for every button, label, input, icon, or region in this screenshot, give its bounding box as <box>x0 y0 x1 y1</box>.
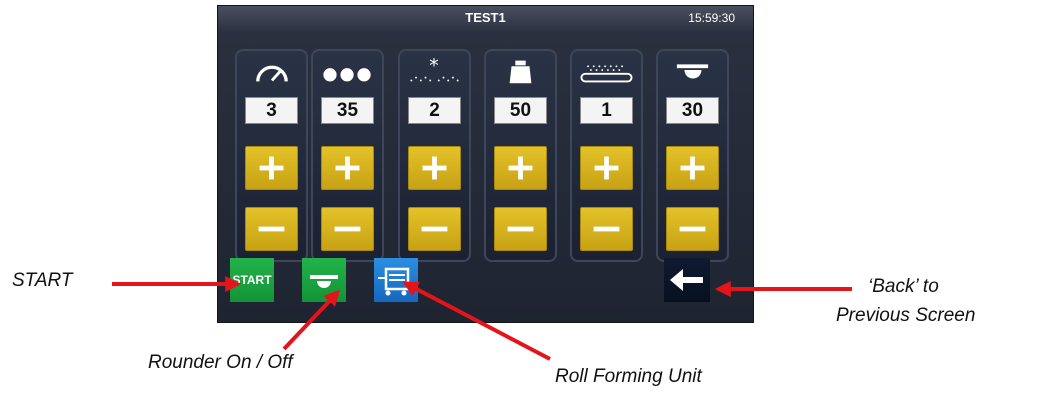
flour-minus-button[interactable] <box>408 207 461 251</box>
rounder-icon <box>310 275 338 288</box>
conveyor-minus-button[interactable] <box>580 207 633 251</box>
pieces-minus-button[interactable] <box>321 207 374 251</box>
plus-icon <box>259 156 284 180</box>
rounder-toggle-button[interactable] <box>302 258 346 302</box>
plus-icon <box>422 156 447 180</box>
rounder-annotation: Rounder On / Off <box>148 352 293 373</box>
back-annotation-line1: ‘Back’ to <box>868 276 939 297</box>
rounder-control: 30 <box>656 49 729 262</box>
pieces-control: 35 <box>311 49 384 262</box>
minus-icon <box>593 226 620 232</box>
svg-text:*: * <box>429 57 438 77</box>
conveyor-belt-icon <box>580 65 633 83</box>
minus-icon <box>421 226 448 232</box>
speed-control: 3 <box>235 49 308 262</box>
hmi-screen: TEST1 15:59:30 3 35 * 2 50 1 30 START <box>218 6 753 322</box>
flour-duster-icon: * <box>410 57 459 82</box>
pieces-value[interactable]: 35 <box>321 97 374 124</box>
start-button[interactable]: START <box>230 258 274 302</box>
back-button[interactable] <box>664 258 710 302</box>
rounder-minus-button[interactable] <box>666 207 719 251</box>
roll-forming-annotation: Roll Forming Unit <box>555 366 702 387</box>
title-bar: TEST1 15:59:30 <box>218 6 753 32</box>
rounder-icon <box>676 64 709 79</box>
flour-duster-control: * 2 <box>398 49 471 262</box>
pieces-plus-button[interactable] <box>321 146 374 190</box>
minus-icon <box>258 226 285 232</box>
flour-value[interactable]: 2 <box>408 97 461 124</box>
weight-value[interactable]: 50 <box>494 97 547 124</box>
roll-forming-unit-button[interactable] <box>374 258 418 302</box>
plus-icon <box>335 156 360 180</box>
weight-plus-button[interactable] <box>494 146 547 190</box>
minus-icon <box>334 226 361 232</box>
weight-minus-button[interactable] <box>494 207 547 251</box>
conveyor-plus-button[interactable] <box>580 146 633 190</box>
weight-control: 50 <box>484 49 557 262</box>
program-title: TEST1 <box>465 10 506 25</box>
three-balls-icon <box>323 68 371 82</box>
plus-icon <box>594 156 619 180</box>
clock: 15:59:30 <box>688 11 735 25</box>
speed-plus-button[interactable] <box>245 146 298 190</box>
weight-icon <box>509 60 532 84</box>
minus-icon <box>507 226 534 232</box>
minus-icon <box>679 226 706 232</box>
conveyor-value[interactable]: 1 <box>580 97 633 124</box>
rounder-plus-button[interactable] <box>666 146 719 190</box>
back-annotation-line2: Previous Screen <box>836 305 976 326</box>
flour-plus-button[interactable] <box>408 146 461 190</box>
plus-icon <box>508 156 533 180</box>
speed-minus-button[interactable] <box>245 207 298 251</box>
rounder-value[interactable]: 30 <box>666 97 719 124</box>
arrow-left-icon <box>670 269 703 291</box>
roll-forming-icon <box>378 267 410 296</box>
conveyor-control: 1 <box>570 49 643 262</box>
plus-icon <box>680 156 705 180</box>
speed-gauge-icon <box>256 65 288 82</box>
start-annotation: START <box>12 270 73 291</box>
speed-value[interactable]: 3 <box>245 97 298 124</box>
